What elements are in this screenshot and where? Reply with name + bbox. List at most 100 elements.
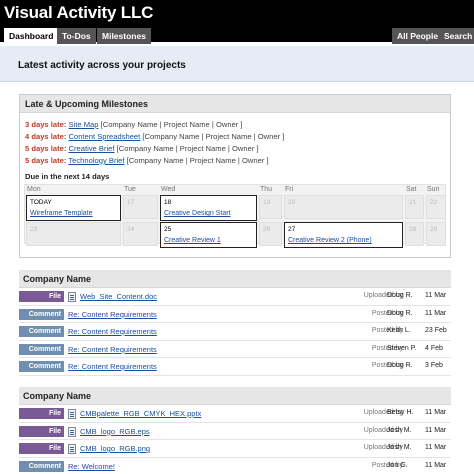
calendar-date: 25 <box>164 226 172 233</box>
calendar-event-link[interactable]: Creative Review 2 (Phone) <box>288 237 372 244</box>
activity-row: File CMBpalette_RGB_CMYK_HEX.pptx Uploaded… <box>19 405 451 423</box>
activity-type-badge: Comment <box>19 460 64 472</box>
calendar-date: 21 <box>409 199 417 206</box>
calendar-day-header: Mon <box>27 186 41 193</box>
milestone-link[interactable]: Creative Brief <box>69 144 115 153</box>
app-title: Visual Activity LLC <box>4 3 154 22</box>
calendar-cell: 17 <box>123 195 158 219</box>
calendar-event-link[interactable]: Creative Review 1 <box>164 237 221 244</box>
milestones-heading: Late & Upcoming Milestones <box>20 95 450 113</box>
calendar-cell: 29 <box>426 222 446 246</box>
tab-all-people[interactable]: All People <box>392 28 444 44</box>
milestone-meta: [Company Name | Project Name | Owner ] <box>100 120 243 129</box>
calendar-event-cell[interactable]: TODAY Wireframe Template <box>26 195 121 221</box>
activity-link[interactable]: Re: Welcome! <box>68 462 115 471</box>
calendar-date: 29 <box>430 226 438 233</box>
calendar-event-cell[interactable]: 25 Creative Review 1 <box>160 222 257 248</box>
calendar-event-link[interactable]: Creative Design Start <box>164 210 231 217</box>
document-icon <box>68 292 76 302</box>
activity-date: 11 Mar <box>425 292 447 299</box>
image-icon <box>68 444 76 454</box>
late-milestone-row: 3 days late: Site Map [Company Name | Pr… <box>25 119 243 130</box>
page-title: Latest activity across your projects <box>18 60 186 71</box>
tab-search[interactable]: Search <box>439 28 474 44</box>
calendar-cell: 20 <box>284 195 403 219</box>
tab-todos[interactable]: To-Dos <box>57 28 96 44</box>
milestone-link[interactable]: Site Map <box>69 120 99 129</box>
calendar-event-link[interactable]: Wireframe Template <box>30 210 93 217</box>
activity-type-badge: Comment <box>19 361 64 372</box>
milestones-panel: Late & Upcoming Milestones 3 days late: … <box>19 94 451 258</box>
tab-dashboard[interactable]: Dashboard <box>4 28 59 44</box>
image-icon <box>68 426 76 437</box>
calendar-cell: 28 <box>405 222 424 246</box>
activity-type-badge: Comment <box>19 308 64 320</box>
tab-milestones[interactable]: Milestones <box>97 28 151 44</box>
calendar-event-cell[interactable]: 18 Creative Design Start <box>160 195 257 221</box>
calendar-day-header: Tue <box>124 186 136 193</box>
calendar-day-header: Fri <box>285 186 294 193</box>
project-heading[interactable]: Company Name <box>19 387 451 405</box>
activity-link[interactable]: CMB_logo_RGB.eps <box>80 427 150 436</box>
calendar-cell: 19 <box>259 195 282 219</box>
activity-link[interactable]: Re: Content Requirements <box>68 345 157 354</box>
activity-link[interactable]: Re: Content Requirements <box>68 327 157 336</box>
late-days-label: 3 days late: <box>25 120 67 129</box>
milestone-calendar: Mon Tue Wed Thu Fri Sat Sun TODAY Wireframe Temp… <box>24 184 446 248</box>
activity-person: Josh M. <box>387 444 412 451</box>
activity-type-badge: File <box>19 291 64 302</box>
activity-link[interactable]: CMBpalette_RGB_CMYK_HEX.pptx <box>80 409 201 418</box>
calendar-date: 20 <box>288 199 296 206</box>
activity-date: 3 Feb <box>425 362 443 369</box>
activity-link[interactable]: Web_Site_Content.doc <box>80 292 157 301</box>
activity-date: 23 Feb <box>425 327 447 334</box>
activity-date: 11 Mar <box>425 409 447 416</box>
activity-row: File CMB_logo_RGB.png Uploaded by Josh M. 11… <box>19 440 451 458</box>
activity-row: Comment Re: Content Requirements Posted by… <box>19 323 451 341</box>
calendar-date: 19 <box>263 199 271 206</box>
activity-type-badge: File <box>19 443 64 454</box>
project-heading[interactable]: Company Name <box>19 270 451 288</box>
calendar-date: 23 <box>30 226 38 233</box>
activity-date: 4 Feb <box>425 344 443 352</box>
calendar-date: 27 <box>288 226 296 233</box>
calendar-day-header: Thu <box>260 186 273 193</box>
milestone-link[interactable]: Content Spreadsheet <box>69 132 141 141</box>
late-milestone-row: 5 days late: Technology Brief [Company N… <box>25 155 269 166</box>
activity-date: 11 Mar <box>425 426 447 434</box>
calendar-date: 17 <box>127 199 135 206</box>
activity-row: Comment Re: Content Requirements Posted by… <box>19 306 451 323</box>
late-milestone-row: 4 days late: Content Spreadsheet [Compan… <box>25 131 284 142</box>
document-icon <box>68 409 76 419</box>
activity-type-badge: Comment <box>19 326 64 337</box>
calendar-cell: 26 <box>259 222 282 246</box>
activity-row: File Web_Site_Content.doc Uploaded by Doug … <box>19 288 451 306</box>
late-milestone-row: 5 days late: Creative Brief [Company Nam… <box>25 143 259 154</box>
activity-row: Comment Re: Content Requirements Posted by… <box>19 358 451 376</box>
milestone-meta: [Company Name | Project Name | Owner ] <box>116 144 259 153</box>
milestone-meta: [Company Name | Project Name | Owner ] <box>126 156 269 165</box>
calendar-event-cell[interactable]: 27 Creative Review 2 (Phone) <box>284 222 403 248</box>
activity-row: Comment Re: Welcome! Posted by Jon G. 11 Mar <box>19 458 451 474</box>
milestone-link[interactable]: Technology Brief <box>68 156 124 165</box>
activity-person: Keith L. <box>387 327 411 334</box>
calendar-cell: 23 <box>26 222 121 246</box>
activity-link[interactable]: Re: Content Requirements <box>68 310 157 319</box>
activity-row: Comment Re: Content Requirements Posted by… <box>19 341 451 358</box>
activity-link[interactable]: CMB_logo_RGB.png <box>80 444 150 453</box>
activity-date: 11 Mar <box>425 461 447 469</box>
activity-row: File CMB_logo_RGB.eps Uploaded by Josh M. 11… <box>19 423 451 440</box>
project-section: Company Name File Web_Site_Content.doc Upl… <box>19 270 451 376</box>
milestone-meta: [Company Name | Project Name | Owner ] <box>142 132 285 141</box>
due-label: Due in the next 14 days <box>25 172 110 181</box>
project-section: Company Name File CMBpalette_RGB_CMYK_HEX… <box>19 387 451 474</box>
activity-link[interactable]: Re: Content Requirements <box>68 362 157 371</box>
activity-type-badge: Comment <box>19 343 64 355</box>
activity-type-badge: File <box>19 425 64 437</box>
activity-person: Steven P. <box>387 344 417 352</box>
activity-person: Jon G. <box>387 461 408 469</box>
activity-date: 11 Mar <box>425 444 447 451</box>
activity-type-badge: File <box>19 408 64 419</box>
late-days-label: 5 days late: <box>25 144 67 153</box>
header-bar: Visual Activity LLC Dashboard To-Dos Mil… <box>0 0 474 44</box>
